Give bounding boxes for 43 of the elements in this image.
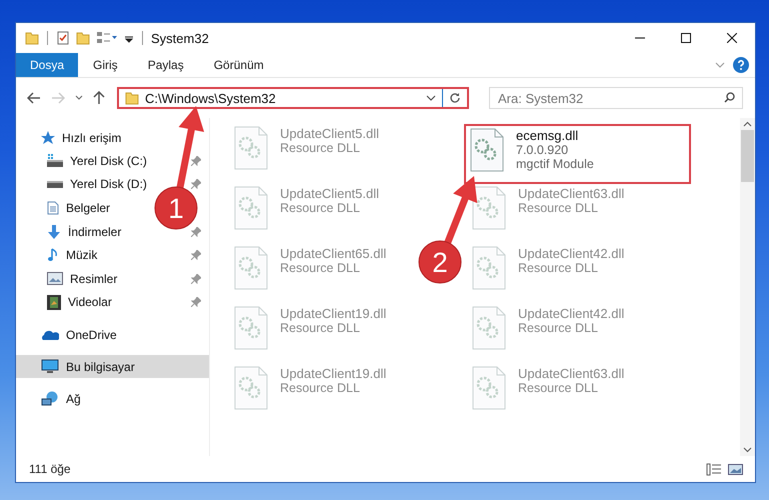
nav-item[interactable]: Belgeler <box>47 196 110 220</box>
ribbon-tab[interactable]: Dosya <box>16 53 78 77</box>
file-name: ecemsg.dll <box>516 128 580 143</box>
file-name: UpdateClient63.dll <box>518 366 624 381</box>
address-bar[interactable]: C:\Windows\System32 <box>117 87 469 109</box>
nav-item[interactable]: Müzik <box>47 244 98 267</box>
nav-item[interactable]: OneDrive <box>16 323 121 346</box>
step-badge: 1 <box>154 186 198 230</box>
file-detail: Resource DLL <box>518 261 599 275</box>
file-name: UpdateClient19.dll <box>280 306 386 321</box>
file-detail: Resource DLL <box>280 261 361 275</box>
nav-item[interactable]: İndirmeler <box>47 220 122 244</box>
nav-item[interactable]: Ağ <box>16 387 85 410</box>
file-detail: Resource DLL <box>280 141 361 155</box>
nav-item[interactable]: Resimler <box>47 267 118 290</box>
nav-item[interactable]: Videolar <box>47 290 112 314</box>
file-name: UpdateClient5.dll <box>280 126 380 141</box>
item-count: 111 öğe <box>29 462 71 476</box>
ribbon-tab[interactable]: Paylaş <box>132 53 199 77</box>
file-name: UpdateClient5.dll <box>280 186 380 201</box>
file-name: UpdateClient42.dll <box>518 306 624 321</box>
file-name: UpdateClient65.dll <box>280 246 386 261</box>
file-name: UpdateClient63.dll <box>518 186 624 201</box>
nav-item[interactable]: Yerel Disk (C:) <box>47 149 147 172</box>
file-detail: Resource DLL <box>518 321 599 335</box>
file-name: UpdateClient42.dll <box>518 246 624 261</box>
file-name: UpdateClient19.dll <box>280 366 386 381</box>
file-detail: Resource DLL <box>518 201 599 215</box>
window-title: System32 <box>151 30 209 46</box>
file-detail: 7.0.0.920 <box>516 143 570 157</box>
file-item[interactable]: ecemsg.dll 7.0.0.920 mgctif Module <box>464 124 691 184</box>
nav-item[interactable]: Yerel Disk (D:) <box>47 172 147 196</box>
ribbon-tab[interactable]: Görünüm <box>198 53 279 77</box>
file-detail: Resource DLL <box>280 321 361 335</box>
file-detail: Resource DLL <box>280 381 361 395</box>
ribbon-tab[interactable]: Giriş <box>78 53 133 77</box>
address-path: C:\Windows\System32 <box>145 90 277 106</box>
file-detail: mgctif Module <box>516 157 594 171</box>
file-detail: Resource DLL <box>518 381 599 395</box>
step-badge: 2 <box>418 240 462 284</box>
search-field[interactable]: Ara: System32 <box>489 87 743 109</box>
nav-item[interactable]: Hızlı erişim <box>16 126 126 149</box>
file-detail: Resource DLL <box>280 201 361 215</box>
